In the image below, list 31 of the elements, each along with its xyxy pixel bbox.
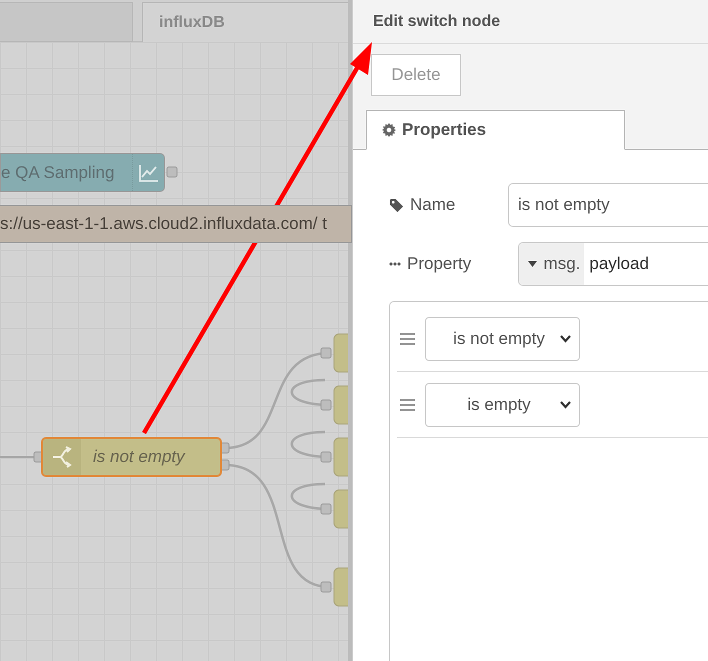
property-value: payload [588,253,649,276]
property-input[interactable]: msg. payload [518,242,708,286]
caret-icon [528,261,537,267]
port[interactable] [320,400,332,410]
port[interactable] [320,452,332,462]
comment-node[interactable]: s://us-east-1-1.aws.cloud2.influxdata.com/ t [0,205,352,243]
port[interactable] [320,582,332,592]
node-label: s://us-east-1-1.aws.cloud2.influxdata.com/ t [0,213,327,236]
rule-select[interactable]: is empty [425,382,580,426]
port[interactable] [320,348,332,358]
workspace-tab[interactable] [0,2,133,42]
drag-handle-icon[interactable] [400,332,415,344]
name-input[interactable]: is not empty [508,183,708,227]
gear-icon [382,123,396,137]
port[interactable] [320,504,332,514]
drag-handle-icon[interactable] [400,398,415,410]
chevron-icon [560,334,571,342]
tag-icon [389,198,404,212]
properties-tab[interactable]: Properties [366,110,625,150]
property-label: Property [407,253,472,276]
chart-icon [138,164,158,182]
port[interactable] [166,166,178,178]
type-label: msg. [544,253,580,276]
name-label: Name [410,194,456,216]
node-label: e QA Sampling [1,162,116,184]
dots-icon [389,262,401,266]
node-label: is not empty [92,446,186,468]
switch-icon [52,446,72,468]
chevron-icon [560,400,571,408]
rule-select[interactable]: is not empty [425,316,580,360]
panel-title: Edit switch node [373,12,500,32]
